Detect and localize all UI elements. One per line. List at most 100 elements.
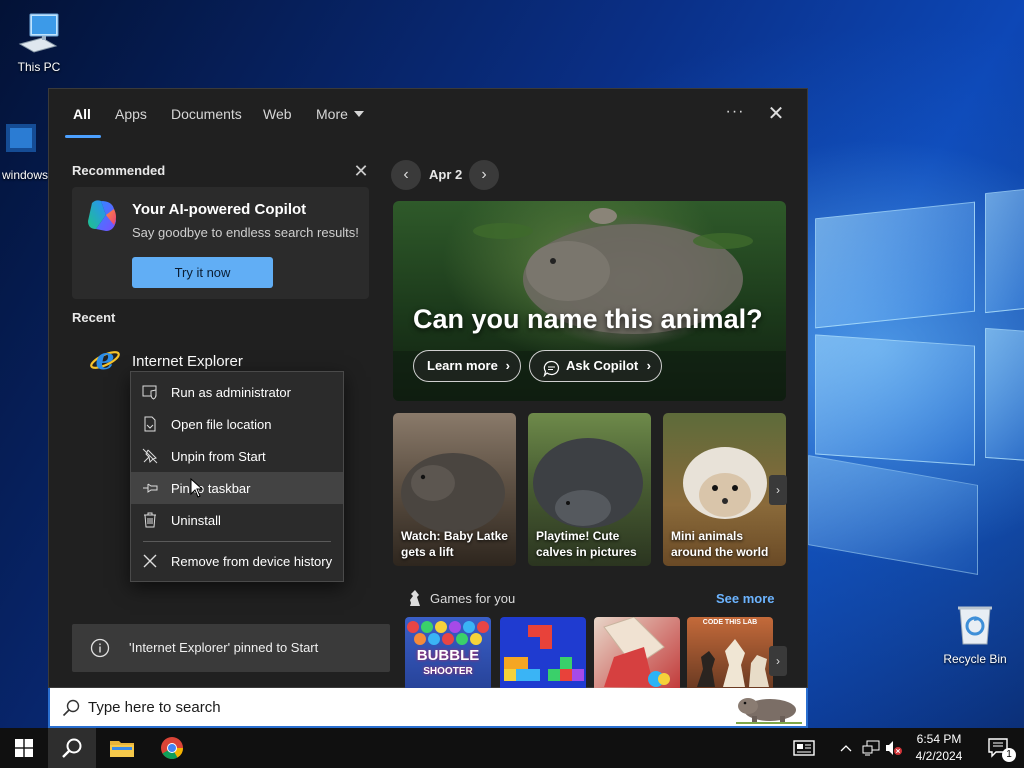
- context-menu: Run as administrator Open file location …: [130, 371, 344, 582]
- news-card-caption: Watch: Baby Latke gets a lift: [401, 529, 508, 559]
- wallpaper-light-pane: [985, 186, 1024, 314]
- taskbar-clock[interactable]: 6:54 PM 4/2/2024: [906, 731, 972, 765]
- info-icon: [90, 638, 110, 658]
- tab-documents[interactable]: Documents: [171, 106, 242, 122]
- dismiss-recommended-button[interactable]: ✕: [349, 159, 373, 183]
- chat-bubble-icon: [543, 358, 560, 378]
- desktop-icon-label: This PC: [17, 60, 61, 74]
- menu-item-label: Open file location: [171, 417, 272, 432]
- pin-icon: [142, 480, 158, 496]
- show-hidden-icons-button[interactable]: [834, 728, 858, 768]
- toast-message: 'Internet Explorer' pinned to Start: [129, 640, 319, 655]
- tab-all[interactable]: All: [73, 106, 91, 122]
- desktop-icon-recycle-bin[interactable]: Recycle Bin: [937, 602, 1013, 666]
- active-tab-indicator: [65, 135, 101, 138]
- file-location-icon: [142, 416, 158, 432]
- search-icon: [62, 738, 82, 758]
- tab-apps[interactable]: Apps: [115, 106, 147, 122]
- menu-item-uninstall[interactable]: Uninstall: [131, 504, 343, 536]
- search-taskbar-button[interactable]: [48, 728, 96, 768]
- recent-item-label: Internet Explorer: [132, 353, 243, 370]
- menu-item-open-file-location[interactable]: Open file location: [131, 408, 343, 440]
- hero-highlight-card[interactable]: Can you name this animal? Learn more › A…: [393, 201, 786, 401]
- menu-item-run-as-administrator[interactable]: Run as administrator: [131, 376, 343, 408]
- game-tile-blocks[interactable]: [500, 617, 586, 689]
- this-pc-icon: [16, 10, 62, 56]
- newspaper-icon: [793, 740, 815, 756]
- chevron-right-icon: ›: [646, 358, 651, 373]
- games-heading: Games for you: [430, 591, 516, 606]
- bubbles-image: [407, 621, 489, 645]
- more-options-button[interactable]: ···: [719, 99, 751, 125]
- start-button[interactable]: [0, 728, 48, 768]
- tab-more[interactable]: More: [316, 106, 364, 122]
- pinned-notification-toast: 'Internet Explorer' pinned to Start: [72, 624, 390, 672]
- news-card-caption: Playtime! Cute calves in pictures: [536, 529, 637, 559]
- notification-center-button[interactable]: 1: [978, 728, 1020, 768]
- search-icon: [62, 699, 80, 717]
- tab-web[interactable]: Web: [263, 106, 292, 122]
- recommended-heading: Recommended: [72, 163, 166, 178]
- copilot-promo-card: Your AI-powered Copilot Say goodbye to e…: [72, 187, 369, 299]
- game-tile-bubble-shooter[interactable]: BUBBLE SHOOTER: [405, 617, 491, 689]
- clock-time: 6:54 PM: [916, 732, 962, 746]
- chrome-icon: [161, 737, 183, 759]
- volume-muted-icon: [886, 741, 902, 755]
- notification-count-badge: 1: [1002, 748, 1016, 762]
- search-tabs: All Apps Documents Web More ··· ✕: [49, 89, 807, 139]
- game-tile-chess[interactable]: CODE THIS LAB: [687, 617, 773, 689]
- try-copilot-button[interactable]: Try it now: [132, 257, 273, 288]
- copilot-card-title: Your AI-powered Copilot: [132, 201, 307, 218]
- ask-copilot-label: Ask Copilot: [566, 358, 639, 373]
- games-next-button[interactable]: ›: [769, 646, 787, 676]
- menu-item-remove-from-device-history[interactable]: Remove from device history: [131, 545, 343, 577]
- news-card[interactable]: Watch: Baby Latke gets a lift: [393, 413, 516, 566]
- news-card-caption: Mini animals around the world: [671, 529, 769, 559]
- chess-knight-icon: [406, 589, 424, 607]
- menu-item-label: Run as administrator: [171, 385, 291, 400]
- copilot-card-subtitle: Say goodbye to endless search results!: [132, 225, 359, 240]
- game-title-line: SHOOTER: [423, 666, 473, 677]
- ask-copilot-button[interactable]: Ask Copilot ›: [529, 350, 662, 382]
- next-day-button[interactable]: ›: [469, 160, 499, 190]
- unpin-icon: [142, 448, 158, 464]
- clock-date: 4/2/2024: [915, 749, 963, 763]
- game-tile-puzzle[interactable]: [594, 617, 680, 689]
- hero-title: Can you name this animal?: [413, 304, 763, 334]
- close-panel-button[interactable]: ✕: [760, 101, 792, 127]
- news-card[interactable]: Mini animals around the world: [663, 413, 786, 566]
- chess-pieces-image: [697, 639, 769, 687]
- windows-logo-icon: [15, 739, 33, 757]
- see-more-games-link[interactable]: See more: [716, 591, 775, 606]
- taskbar-search-box[interactable]: [48, 688, 808, 728]
- recent-heading: Recent: [72, 310, 116, 325]
- menu-item-pin-to-taskbar[interactable]: Pin to taskbar: [131, 472, 343, 504]
- chevron-down-icon: [353, 111, 364, 117]
- menu-item-label: Remove from device history: [171, 554, 333, 569]
- game-title-line: BUBBLE: [416, 647, 480, 664]
- mouse-cursor-icon: [190, 478, 204, 498]
- network-tray-button[interactable]: [860, 728, 882, 768]
- recycle-bin-icon: [952, 602, 998, 648]
- desktop-icon-label: Recycle Bin: [943, 652, 1007, 666]
- chrome-taskbar-button[interactable]: [148, 728, 196, 768]
- previous-day-button[interactable]: ‹: [391, 160, 421, 190]
- bubble-shooter-logo-text: BUBBLE SHOOTER: [405, 647, 491, 679]
- search-input[interactable]: [88, 696, 688, 718]
- wallpaper-light-pane: [808, 455, 978, 575]
- chevron-up-icon: [840, 745, 852, 752]
- news-and-interests-button[interactable]: [780, 728, 828, 768]
- network-icon: [862, 740, 880, 756]
- news-card[interactable]: Playtime! Cute calves in pictures: [528, 413, 651, 566]
- internet-explorer-icon: e: [89, 342, 121, 377]
- volume-tray-button[interactable]: [883, 728, 905, 768]
- learn-more-button[interactable]: Learn more ›: [413, 350, 521, 382]
- menu-item-unpin-from-start[interactable]: Unpin from Start: [131, 440, 343, 472]
- highlight-date: Apr 2: [429, 167, 463, 182]
- file-explorer-taskbar-button[interactable]: [98, 728, 146, 768]
- trash-icon: [142, 512, 158, 528]
- wallpaper-light-pane: [815, 334, 975, 466]
- cards-next-button[interactable]: ›: [769, 475, 787, 505]
- desktop-icon-this-pc[interactable]: This PC: [1, 10, 77, 74]
- windows-folder-icon: [6, 118, 36, 164]
